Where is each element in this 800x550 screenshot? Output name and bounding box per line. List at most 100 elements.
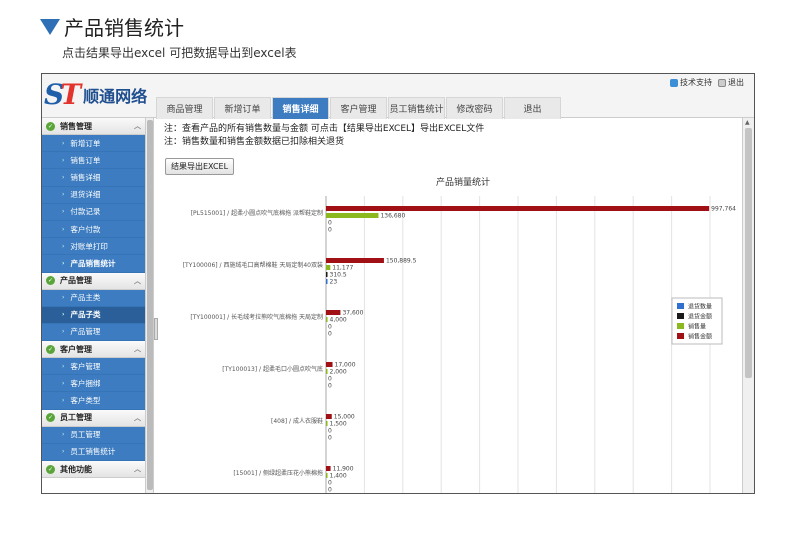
category-label: [TY100001] / 长毛绒考拉熊吹气底棉拖 天局定制 [190,313,323,321]
data-label: 4,000 [330,317,347,324]
sidebar-item[interactable]: › 客户捆绑 [42,375,145,393]
sidebar-item[interactable]: › 产品销售统计 [42,255,145,273]
page-subtitle: 点击结果导出excel 可把数据导出到excel表 [62,46,297,60]
group-check-icon: ✓ [46,464,55,474]
bar-销售金额 [326,310,341,315]
tab-6[interactable]: 退出 [504,97,561,119]
page-header: 产品销售统计 [40,12,184,41]
bar-退货数量 [326,279,328,284]
legend-label: 退货金额 [688,313,712,321]
data-label: 11,900 [333,466,354,473]
bar-销售金额 [326,206,710,211]
category-label: [TY100013] / 超柔毛口小圆点吹气底 [222,365,323,373]
top-links: 技术支持 退出 [670,77,744,88]
bar-销售量 [326,369,328,374]
legend-swatch [677,333,684,339]
logo-text: 顺通网络 [83,86,148,106]
logo-mark: ST [44,78,81,111]
bullet-icon: › [62,294,65,302]
bullet-icon: › [62,191,65,199]
sidebar-group-1[interactable]: ✓ 产品管理 ︿ [42,272,145,290]
sidebar-item[interactable]: › 员工管理 [42,427,145,444]
data-label: 997,764 [711,206,736,213]
sidebar-group-items: › 产品主类 › 产品子类 › 产品管理 [42,289,145,342]
bar-销售金额 [326,258,384,263]
sidebar-group-0[interactable]: ✓ 销售管理 ︿ [42,118,145,135]
data-label: 15,000 [334,414,355,421]
category-label: [408] / 成人衣服鞋 [271,417,323,425]
logo: ST 顺通网络 [44,78,147,111]
content-scrollbar[interactable]: ▲ [742,118,754,493]
bullet-icon: › [62,242,65,250]
data-label: 11,177 [332,265,353,272]
bullet-icon: › [62,173,65,181]
data-label: 1,400 [330,473,347,480]
help-icon [670,78,678,87]
legend-label: 销售金额 [688,333,712,341]
data-label: 0 [328,428,332,435]
export-excel-button[interactable]: 结果导出EXCEL [165,158,235,175]
category-label: [PL515001] / 超柔小圆点吹气底棉拖 派帮鞋定制 [191,209,323,217]
data-label: 37,600 [342,310,363,317]
chart-title: 产品销量统计 [436,176,490,188]
data-label: 0 [328,220,332,227]
tab-5[interactable]: 修改密码 [446,97,503,119]
tab-4[interactable]: 员工销售统计 [388,97,445,119]
data-label: 1,500 [330,421,347,428]
sidebar-item[interactable]: › 客户类型 [42,392,145,410]
bullet-icon: › [62,311,65,319]
sidebar-item[interactable]: › 对账单打印 [42,238,145,256]
chevron-icon: ︿ [134,345,141,354]
bullet-icon: › [62,225,65,233]
exit-link[interactable]: 退出 [718,77,744,88]
sidebar-item[interactable]: › 新增订单 [42,135,145,153]
data-label: 0 [328,480,332,487]
bar-销售量 [326,213,379,218]
tab-1[interactable]: 新增订单 [214,97,271,119]
data-label: 150,889.5 [386,258,417,265]
bar-销售金额 [326,466,331,471]
category-label: [15001] / 侧绿超柔压花小熊棉拖 [233,469,323,477]
bar-销售量 [326,265,331,270]
group-check-icon: ✓ [46,344,55,354]
sidebar-group-3[interactable]: ✓ 员工管理 ︿ [42,409,145,427]
sidebar-item[interactable]: › 产品主类 [42,290,145,307]
sidebar-item[interactable]: › 员工销售统计 [42,444,145,461]
main-content: 注：查看产品的所有销售数量与金额 可点击【结果导出EXCEL】导出EXCEL文件… [158,118,744,494]
bar-销售量 [326,421,328,426]
sidebar-item[interactable]: › 客户管理 [42,358,145,376]
bullet-icon: › [62,156,65,164]
sidebar-item[interactable]: › 产品子类 [42,306,145,324]
tab-0[interactable]: 商品管理 [156,97,213,119]
tab-2[interactable]: 销售详细 [272,97,329,119]
bullet-icon: › [62,208,65,216]
sales-chart: 产品销量统计 [PL515001] / 超柔小圆点吹气底棉拖 派帮鞋定制 997,7… [183,176,736,494]
group-check-icon: ✓ [46,413,55,423]
bar-销售金额 [326,362,333,367]
bullet-icon: › [62,139,65,147]
sidebar-item[interactable]: › 销售详细 [42,169,145,187]
sidebar-item[interactable]: › 销售订单 [42,152,145,170]
bullet-icon: › [62,362,65,370]
sidebar-item[interactable]: › 付款记录 [42,204,145,221]
data-label: 0 [328,376,332,383]
data-label: 0 [328,227,332,234]
sidebar-scrollbar[interactable] [146,118,154,493]
sidebar-item[interactable]: › 退货详细 [42,187,145,204]
group-check-icon: ✓ [46,276,55,285]
data-label: 0 [328,324,332,331]
group-check-icon: ✓ [46,121,55,131]
sidebar-group-2[interactable]: ✓ 客户管理 ︿ [42,341,145,359]
sidebar-group-items: › 新增订单 › 销售订单 › 销售详细 › 退货详细 › 付款记录 › 客户付款 › 对账单打印 › 产品销… [42,135,145,273]
sidebar-group-items: › 员工管理 › 员工销售统计 [42,426,145,461]
sidebar-group-items: › 客户管理 › 客户捆绑 › 客户类型 [42,358,145,410]
tab-3[interactable]: 客户管理 [330,97,387,119]
sidebar-item[interactable]: › 产品管理 [42,324,145,342]
data-label: 310.5 [330,272,347,279]
data-label: 0 [328,487,332,494]
app-window: ST 顺通网络 技术支持 退出 商品管理 新增订单 销售详细 客户管理 员工销售统计 修改… [41,73,755,494]
help-link[interactable]: 技术支持 [670,77,712,88]
notes: 注：查看产品的所有销售数量与金额 可点击【结果导出EXCEL】导出EXCEL文件… [164,123,484,149]
sidebar-group-4[interactable]: ✓ 其他功能 ︿ [42,461,145,478]
sidebar-item[interactable]: › 客户付款 [42,221,145,239]
